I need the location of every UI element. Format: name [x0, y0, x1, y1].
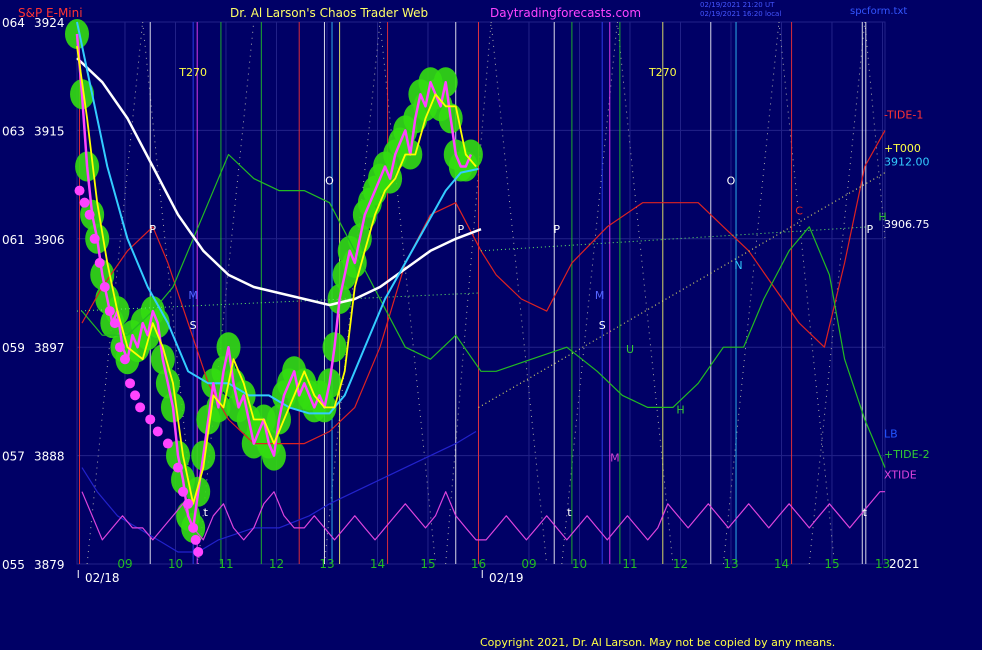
x-tick-hour: 13: [319, 557, 334, 571]
magenta-dot: [74, 185, 85, 196]
marker-label: T270: [648, 66, 677, 79]
y-tick-price: 3888: [34, 450, 65, 464]
y-tick-price: 3906: [34, 233, 65, 247]
magenta-dot: [89, 233, 100, 244]
right-label: 3906.75: [884, 218, 930, 231]
magenta-dot: [135, 402, 146, 413]
year-label: 2021: [889, 557, 920, 571]
marker-label: t: [863, 506, 868, 519]
marker-label: P: [457, 223, 464, 236]
marker-label: P: [149, 223, 156, 236]
x-tick-hour: 14: [774, 557, 789, 571]
x-tick-hour: 09: [521, 557, 536, 571]
timestamp-local: 02/19/2021 16:20 local: [700, 10, 781, 18]
x-tick-hour: 14: [370, 557, 385, 571]
site-url[interactable]: Daytradingforecasts.com: [490, 6, 641, 20]
y-tick-cycle: 063: [2, 124, 25, 138]
magenta-dot: [84, 209, 95, 220]
forecast-file: spcform.txt: [850, 6, 907, 17]
right-label: LB: [884, 428, 898, 441]
x-tick-hour: 13: [875, 557, 890, 571]
magenta-dot: [130, 390, 141, 401]
magenta-dot: [94, 257, 105, 268]
magenta-dot: [178, 486, 189, 497]
y-tick-cycle: 059: [2, 341, 25, 355]
magenta-dot: [104, 306, 115, 317]
magenta-dot: [183, 498, 194, 509]
x-tick-hour: 15: [824, 557, 839, 571]
marker-label: M: [610, 452, 620, 465]
magenta-dot: [145, 414, 156, 425]
copyright: Copyright 2021, Dr. Al Larson. May not b…: [480, 636, 835, 649]
right-label: +T000: [884, 142, 921, 155]
marker-label: P: [553, 223, 560, 236]
x-tick-hour: 10: [168, 557, 183, 571]
right-label: XTIDE: [884, 468, 917, 481]
right-label: -TIDE-1: [884, 108, 923, 121]
right-label: 3912.00: [884, 155, 930, 168]
price-glow: [458, 139, 483, 170]
marker-label: M: [188, 289, 198, 302]
x-tick-hour: 16: [471, 557, 486, 571]
y-tick-cycle: 061: [2, 233, 25, 247]
magenta-dot: [162, 438, 173, 449]
x-tick-hour: 15: [420, 557, 435, 571]
x-tick-hour: 10: [572, 557, 587, 571]
marker-label: O: [325, 175, 334, 188]
magenta-dot: [119, 354, 130, 365]
site-title: Dr. Al Larson's Chaos Trader Web: [230, 6, 428, 20]
marker-label: O: [727, 175, 736, 188]
y-tick-price: 3915: [34, 124, 65, 138]
right-label: +TIDE-2: [884, 448, 930, 461]
marker-label: H: [676, 403, 684, 416]
magenta-dot: [173, 462, 183, 473]
x-tick-hour: 12: [673, 557, 688, 571]
chaos-trader-chart: T270 T270P P P PO OM MS SUNHHCMt t t-TIDE-1+T0003…: [0, 0, 982, 650]
marker-label: S: [190, 319, 197, 332]
magenta-dot: [190, 534, 201, 545]
x-date-label: 02/19: [489, 571, 524, 585]
magenta-dot: [152, 426, 163, 437]
marker-label: P: [867, 223, 874, 236]
magenta-dot: [109, 318, 120, 329]
marker-label: M: [595, 289, 605, 302]
marker-label: t: [567, 506, 572, 519]
y-tick-cycle: 057: [2, 450, 25, 464]
x-tick-hour: 12: [269, 557, 284, 571]
marker-label: N: [734, 259, 742, 272]
magenta-dot: [125, 378, 136, 389]
x-tick-hour: 09: [117, 557, 132, 571]
marker-label: U: [626, 343, 634, 356]
marker-label: S: [599, 319, 606, 332]
magenta-dot: [188, 522, 199, 533]
timestamp-utc: 02/19/2021 21:20 UT: [700, 1, 775, 9]
instrument-title: S&P E-Mini: [18, 6, 83, 20]
magenta-dot: [114, 342, 125, 353]
marker-label: T270: [178, 66, 207, 79]
x-tick-hour: 11: [218, 557, 233, 571]
magenta-dot: [99, 281, 110, 292]
marker-label: t: [204, 506, 209, 519]
y-tick-cycle: 055: [2, 558, 25, 572]
y-tick-price: 3897: [34, 341, 65, 355]
magenta-dot: [79, 197, 90, 208]
x-tick-hour: 11: [622, 557, 637, 571]
magenta-dot: [193, 546, 204, 557]
marker-label: C: [795, 205, 803, 218]
y-tick-price: 3879: [34, 558, 65, 572]
x-date-label: 02/18: [85, 571, 120, 585]
x-tick-hour: 13: [723, 557, 738, 571]
